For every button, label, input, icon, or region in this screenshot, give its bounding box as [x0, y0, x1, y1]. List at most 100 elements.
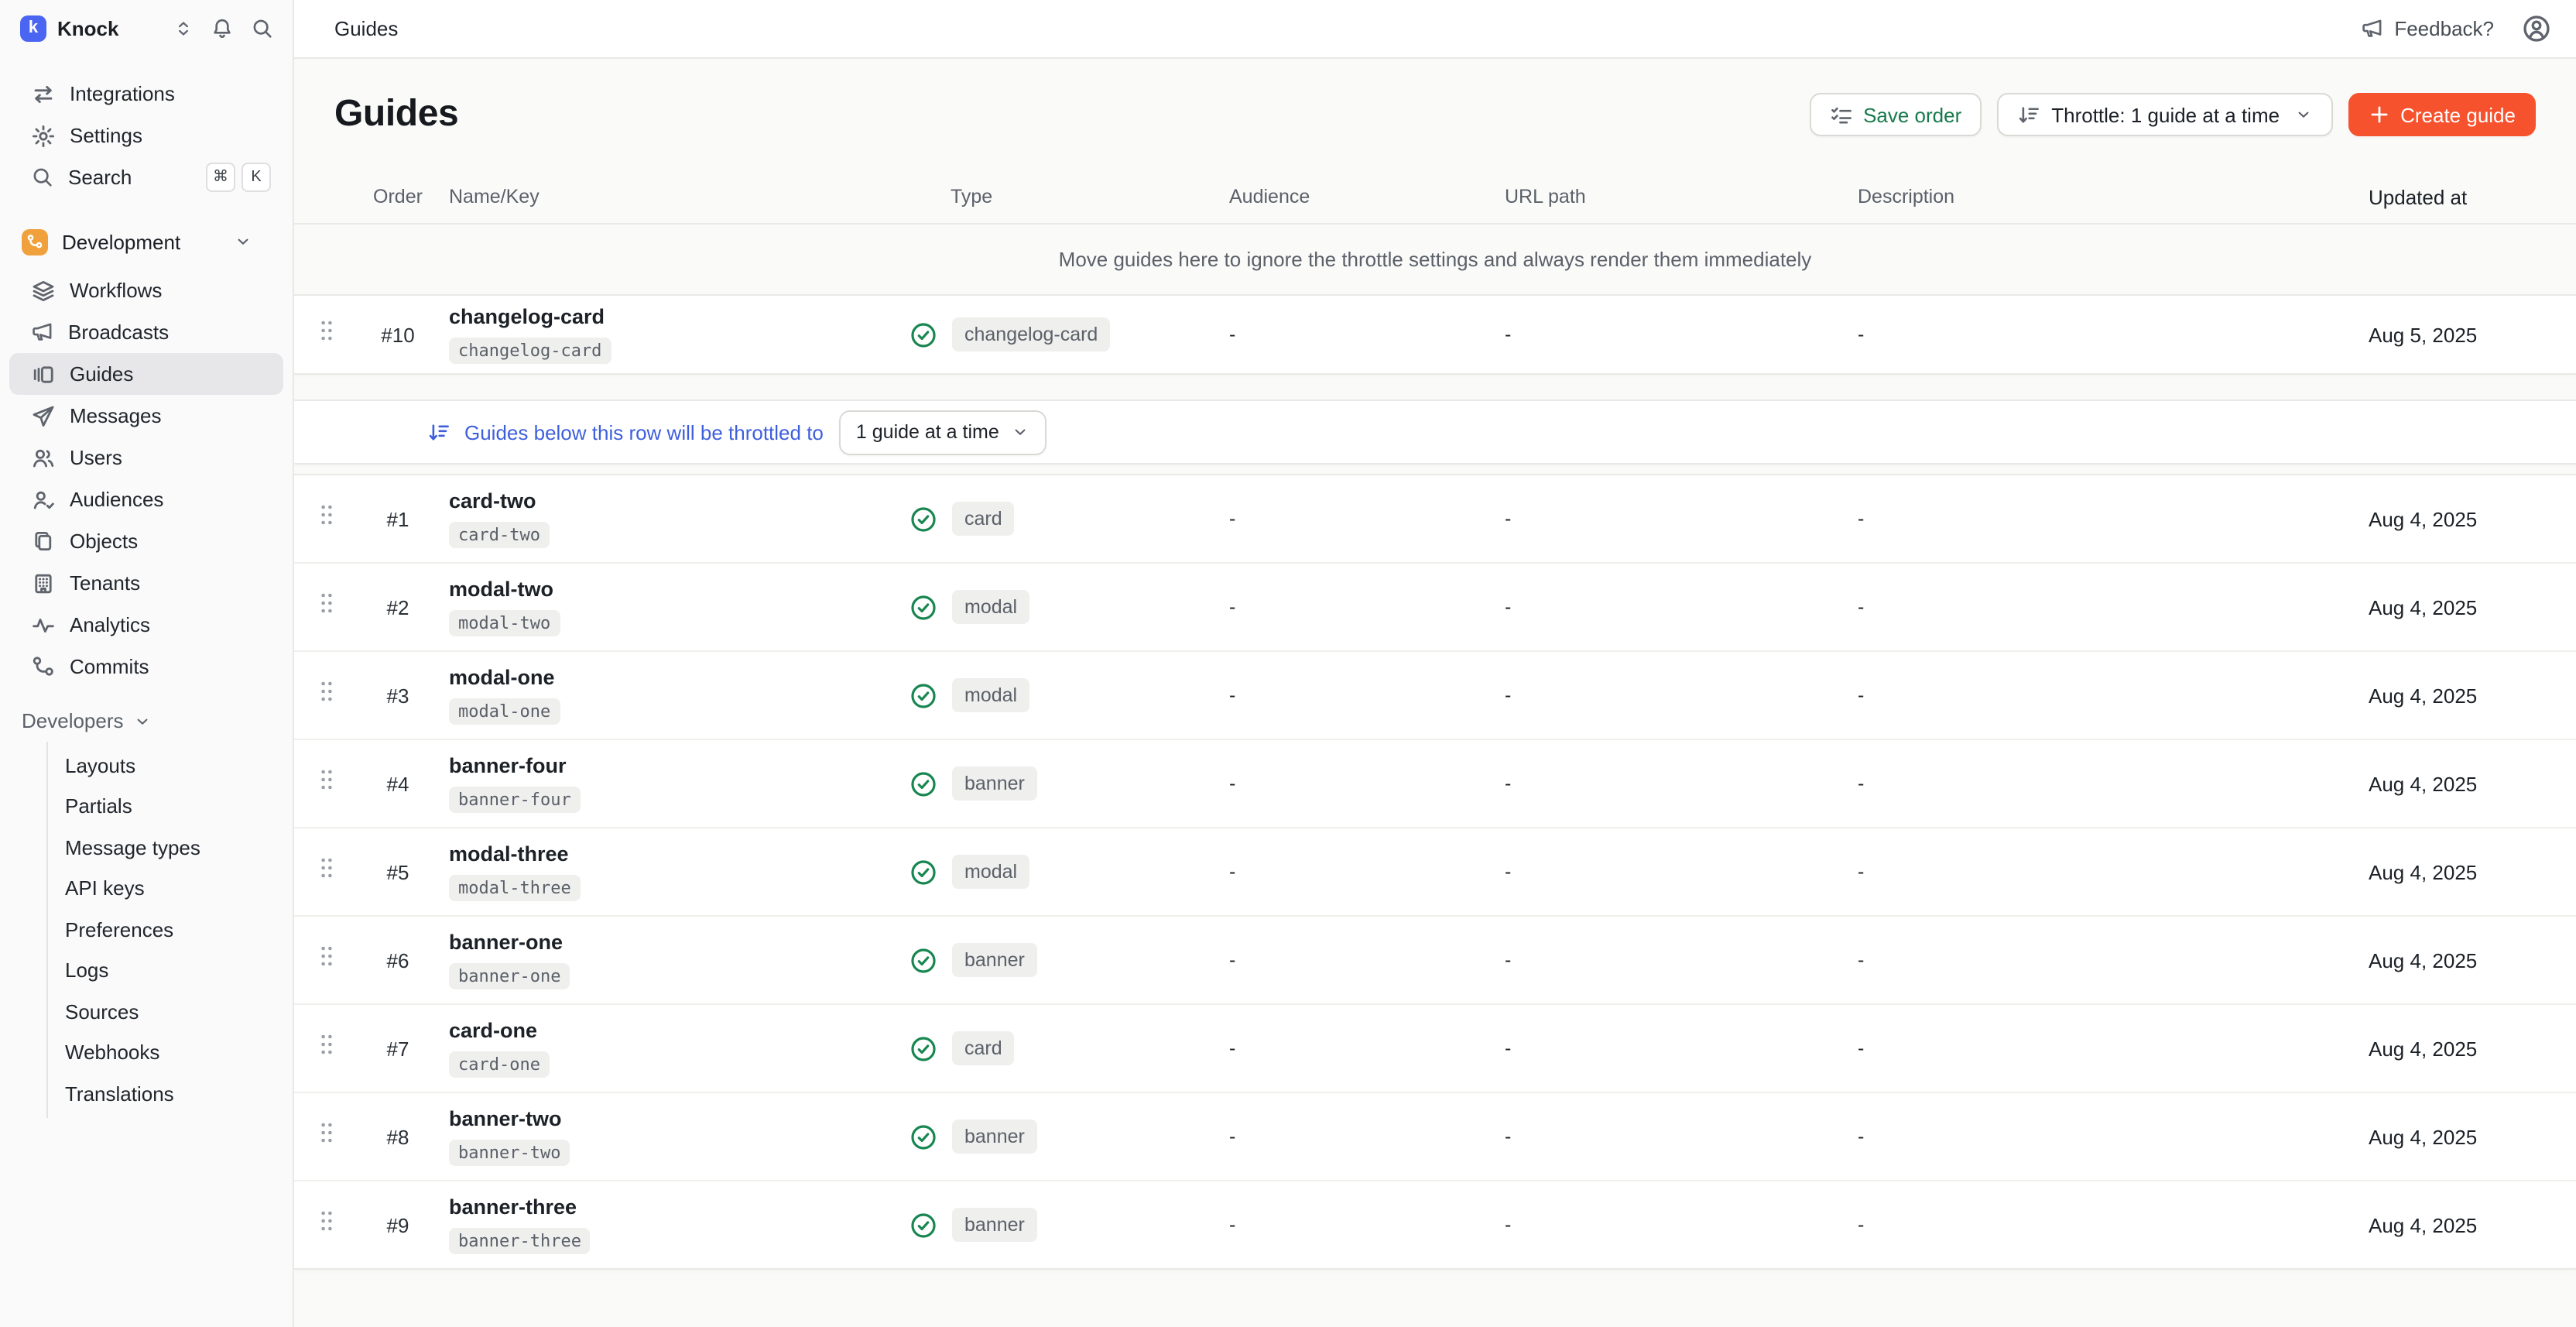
updated-at-value: Aug 4, 2025 — [2369, 1125, 2576, 1148]
sidebar-item-webhooks[interactable]: Webhooks — [48, 1032, 293, 1073]
url-path-value: - — [1455, 508, 1799, 530]
updated-at-value: Aug 4, 2025 — [2369, 684, 2576, 707]
sidebar-item-messages[interactable]: Messages — [9, 395, 283, 437]
feedback-button[interactable]: Feedback? — [2360, 17, 2494, 40]
sidebar-item-label: Analytics — [70, 613, 150, 636]
drag-handle-icon[interactable] — [319, 1121, 334, 1144]
guide-type-badge: card — [952, 502, 1015, 536]
throttle-count-value: 1 guide at a time — [856, 421, 999, 443]
send-icon — [31, 403, 56, 428]
url-path-value: - — [1455, 324, 1799, 345]
sidebar-item-workflows[interactable]: Workflows — [9, 269, 283, 311]
sidebar-item-label: Integrations — [70, 82, 175, 105]
sidebar-item-integrations[interactable]: Integrations — [9, 73, 283, 115]
sidebar-item-logs[interactable]: Logs — [48, 950, 293, 991]
environment-icon — [22, 228, 48, 255]
sidebar-item-settings[interactable]: Settings — [9, 115, 283, 156]
sidebar-item-sources[interactable]: Sources — [48, 991, 293, 1032]
save-order-button[interactable]: Save order — [1809, 93, 1982, 136]
guide-name-link[interactable]: card-one — [449, 1019, 907, 1044]
guide-key-chip: changelog-card — [449, 338, 611, 364]
active-check-icon — [910, 682, 937, 708]
guide-name-link[interactable]: banner-four — [449, 754, 907, 779]
throttle-divider-link[interactable]: Guides below this row will be throttled … — [427, 420, 824, 444]
column-header-audience[interactable]: Audience — [1189, 186, 1455, 207]
column-header-type[interactable]: Type — [907, 186, 1189, 207]
guide-key-chip: banner-one — [449, 963, 570, 989]
guide-key-chip: banner-two — [449, 1140, 570, 1166]
sidebar-item-guides[interactable]: Guides — [9, 353, 283, 395]
drag-handle-icon[interactable] — [319, 1209, 334, 1233]
table-row[interactable]: #10 changelog-card changelog-card change… — [294, 296, 2576, 373]
drag-handle-icon[interactable] — [319, 768, 334, 791]
guide-name-link[interactable]: card-two — [449, 489, 907, 514]
drag-handle-icon[interactable] — [319, 945, 334, 968]
knock-logo[interactable]: k — [20, 15, 46, 42]
throttle-divider-label: Guides below this row will be throttled … — [464, 420, 824, 444]
account-avatar-icon[interactable] — [2522, 14, 2551, 43]
bell-icon[interactable] — [211, 17, 234, 40]
sidebar-item-partials[interactable]: Partials — [48, 786, 293, 827]
column-header-order[interactable]: Order — [362, 186, 433, 207]
sidebar-item-search[interactable]: Search ⌘ K — [9, 156, 283, 198]
search-icon[interactable] — [251, 17, 274, 40]
row-order-number: #2 — [362, 595, 433, 619]
sidebar-item-audiences[interactable]: Audiences — [9, 478, 283, 520]
sidebar-item-analytics[interactable]: Analytics — [9, 604, 283, 646]
throttle-dropdown-button[interactable]: Throttle: 1 guide at a time — [1997, 93, 2332, 136]
guide-name-link[interactable]: modal-one — [449, 666, 907, 691]
sidebar-item-objects[interactable]: Objects — [9, 520, 283, 562]
table-row[interactable]: #3 modal-one modal-one modal - - - Aug 4… — [294, 650, 2576, 739]
sidebar: k Knock Integrations Settings Search — [0, 0, 294, 1327]
table-row[interactable]: #7 card-one card-one card - - - Aug 4, 2… — [294, 1003, 2576, 1092]
throttle-count-select[interactable]: 1 guide at a time — [839, 410, 1047, 454]
drag-handle-icon[interactable] — [319, 319, 334, 342]
drag-handle-icon[interactable] — [319, 856, 334, 880]
audience-value: - — [1189, 324, 1455, 345]
guide-name-link[interactable]: modal-three — [449, 842, 907, 867]
guide-name-link[interactable]: banner-three — [449, 1195, 907, 1220]
column-header-url-path[interactable]: URL path — [1455, 186, 1799, 207]
developers-section-toggle[interactable]: Developers — [0, 688, 293, 742]
description-value: - — [1799, 861, 2369, 883]
sidebar-item-api-keys[interactable]: API keys — [48, 868, 293, 909]
environment-switcher[interactable]: Development — [0, 220, 293, 263]
table-row[interactable]: #6 banner-one banner-one banner - - - Au… — [294, 915, 2576, 1003]
guide-name-link[interactable]: changelog-card — [449, 305, 907, 330]
drag-handle-icon[interactable] — [319, 1033, 334, 1056]
table-row[interactable]: #2 modal-two modal-two modal - - - Aug 4… — [294, 562, 2576, 650]
table-row[interactable]: #5 modal-three modal-three modal - - - A… — [294, 827, 2576, 915]
create-guide-button[interactable]: Create guide — [2348, 93, 2536, 136]
table-row[interactable]: #8 banner-two banner-two banner - - - Au… — [294, 1092, 2576, 1180]
guide-name-link[interactable]: banner-one — [449, 931, 907, 955]
guide-name-link[interactable]: banner-two — [449, 1107, 907, 1132]
page-content: Guides Save order Throttle: 1 guide at a… — [294, 59, 2576, 1327]
sidebar-item-commits[interactable]: Commits — [9, 646, 283, 688]
drag-handle-icon[interactable] — [319, 591, 334, 615]
sidebar-item-tenants[interactable]: Tenants — [9, 562, 283, 604]
drag-handle-icon[interactable] — [319, 680, 334, 703]
sidebar-item-translations[interactable]: Translations — [48, 1073, 293, 1114]
sidebar-item-preferences[interactable]: Preferences — [48, 909, 293, 950]
sidebar-item-users[interactable]: Users — [9, 437, 283, 478]
sidebar-item-layouts[interactable]: Layouts — [48, 745, 293, 786]
guide-key-chip: banner-four — [449, 787, 581, 813]
description-value: - — [1799, 1214, 2369, 1236]
expand-updown-icon[interactable] — [173, 19, 194, 39]
table-row[interactable]: #4 banner-four banner-four banner - - - … — [294, 739, 2576, 827]
table-row[interactable]: #1 card-two card-two card - - - Aug 4, 2… — [294, 475, 2576, 562]
sidebar-item-broadcasts[interactable]: Broadcasts — [9, 311, 283, 353]
url-path-value: - — [1455, 773, 1799, 794]
guide-name-link[interactable]: modal-two — [449, 578, 907, 602]
guide-type-badge: banner — [952, 943, 1037, 977]
guide-type-badge: banner — [952, 766, 1037, 801]
column-header-description[interactable]: Description — [1799, 186, 2369, 207]
drag-handle-icon[interactable] — [319, 503, 334, 526]
chevron-down-icon — [133, 712, 152, 730]
column-header-updated-at[interactable]: Updated at — [2369, 185, 2576, 208]
kbd-k: K — [242, 163, 271, 192]
column-header-name-key[interactable]: Name/Key — [433, 186, 907, 207]
sidebar-item-message-types[interactable]: Message types — [48, 827, 293, 868]
table-row[interactable]: #9 banner-three banner-three banner - - … — [294, 1180, 2576, 1268]
users-icon — [31, 445, 56, 470]
